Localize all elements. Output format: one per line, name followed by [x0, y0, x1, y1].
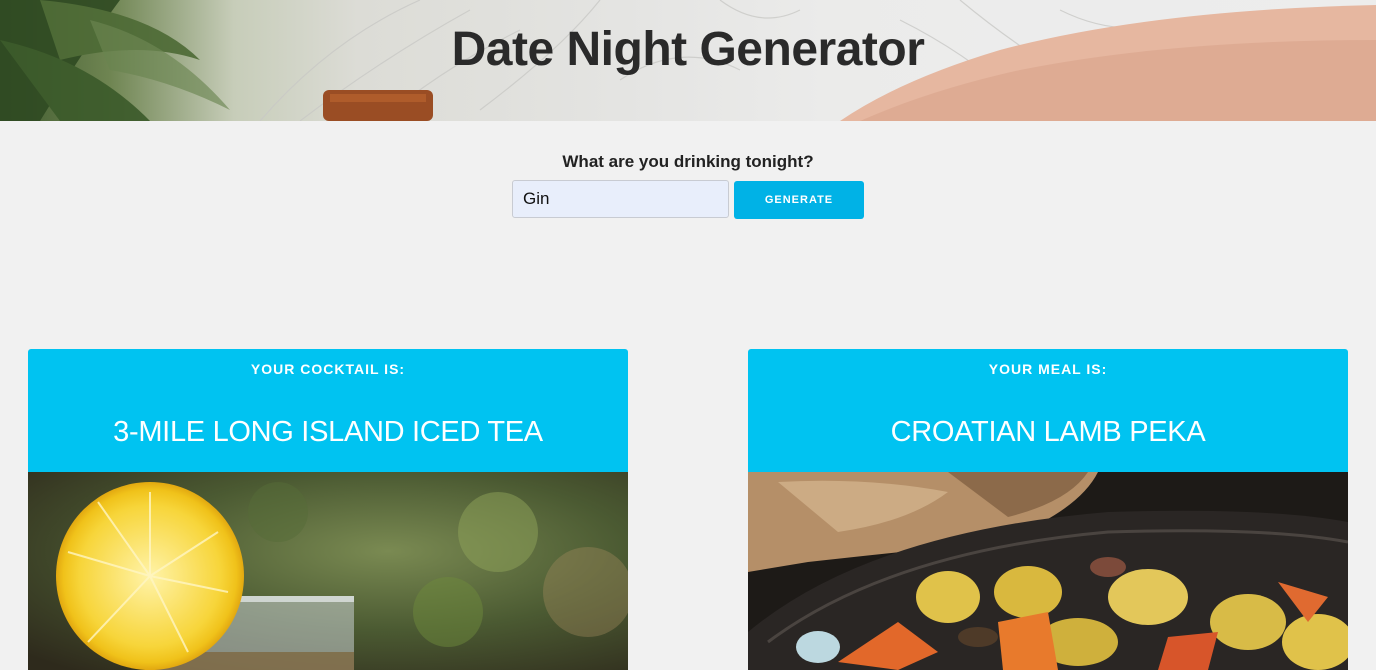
meal-name: CROATIAN LAMB PEKA: [890, 416, 1206, 448]
drink-question-label: What are you drinking tonight?: [562, 152, 814, 171]
meal-card: YOUR MEAL IS: CROATIAN LAMB PEKA: [748, 349, 1348, 670]
cocktail-card-header: YOUR COCKTAIL IS: 3-MILE LONG ISLAND ICE…: [28, 349, 628, 472]
drink-input[interactable]: [512, 180, 729, 218]
meal-card-header: YOUR MEAL IS: CROATIAN LAMB PEKA: [748, 349, 1348, 472]
cocktail-card: YOUR COCKTAIL IS: 3-MILE LONG ISLAND ICE…: [28, 349, 628, 670]
cocktail-name: 3-MILE LONG ISLAND ICED TEA: [113, 416, 543, 448]
page-title: Date Night Generator: [451, 23, 925, 76]
cocktail-kicker: YOUR COCKTAIL IS:: [250, 361, 406, 377]
meal-kicker: YOUR MEAL IS:: [988, 361, 1108, 377]
header-banner: Date Night Generator: [0, 0, 1376, 121]
meal-image: [748, 472, 1348, 670]
cocktail-image: [28, 472, 628, 670]
generate-button[interactable]: GENERATE: [734, 181, 864, 219]
